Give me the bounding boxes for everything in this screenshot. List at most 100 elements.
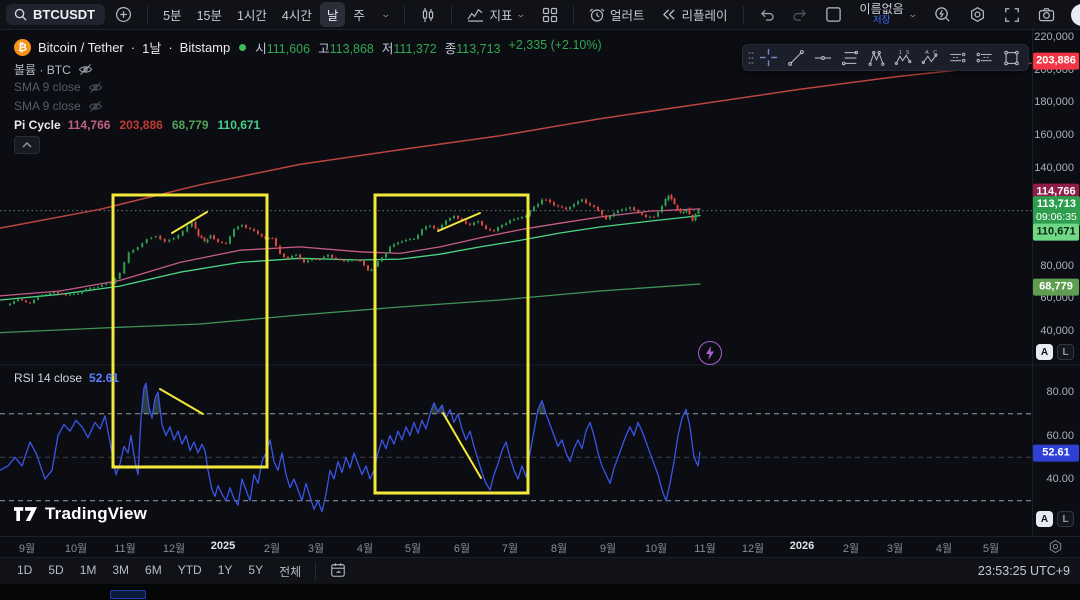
overlay-line-ref-green — [0, 283, 701, 334]
publish-button[interactable]: 퍼 — [1070, 3, 1080, 26]
indicator-row-rsi[interactable]: RSI 14 close 52.61 — [14, 371, 119, 385]
fullscreen-button[interactable] — [997, 4, 1027, 26]
ohlc-values: 시111,606 고113,868 저111,372 종113,713 +2,335 (… — [255, 38, 601, 57]
symbol-legend[interactable]: ₿ Bitcoin / Tether · 1날 · Bitstamp 시111,… — [14, 38, 602, 57]
price-badge-pi-upper[interactable]: 203,886 — [1033, 52, 1079, 70]
svg-text:1: 1 — [899, 49, 902, 55]
interval-button-2[interactable]: 1시간 — [230, 2, 274, 27]
interval-button-5[interactable]: 주 — [346, 2, 372, 27]
price-badge-ref-green[interactable]: 68,779 — [1033, 278, 1079, 296]
undo-button[interactable] — [752, 5, 782, 24]
range-button-7[interactable]: 5Y — [241, 560, 270, 583]
go-to-date-button[interactable] — [323, 559, 353, 584]
tool-abc-pattern[interactable]: AC — [917, 45, 944, 70]
screenshot-button[interactable] — [1031, 4, 1062, 25]
time-axis[interactable]: 9월 10월 11월 12월 2025 2월 3월 4월 5월 6월 7월 8월 9월 10월 11월 12월… — [0, 536, 1080, 557]
badge-price: 110,671 — [1036, 225, 1076, 238]
ohlc-item: 종113,713 — [445, 38, 501, 57]
time-axis-label: 4월 — [935, 543, 953, 555]
time-axis-settings-icon[interactable] — [1048, 539, 1063, 554]
toolbar-separator — [742, 5, 744, 24]
chart-style-button[interactable] — [413, 4, 443, 26]
tool-pitchfork[interactable] — [863, 45, 890, 70]
auto-scale-button[interactable]: A — [1036, 344, 1053, 360]
interval-button-0[interactable]: 5분 — [156, 2, 188, 27]
tool-trend-line[interactable] — [782, 45, 809, 70]
bottom-strip — [0, 584, 1080, 600]
range-button-1[interactable]: 5D — [41, 560, 70, 583]
indicators-button[interactable]: 지표 ⌄ — [460, 2, 532, 27]
eye-off-icon[interactable] — [78, 63, 93, 76]
range-group: 1D 5D 1M 3M 6M YTD 1Y 5Y 전체 — [10, 560, 308, 583]
drawing-rectangle-1[interactable] — [111, 193, 269, 469]
indicator-row-sma2[interactable]: SMA 9 close — [14, 99, 103, 113]
settings-button[interactable] — [962, 3, 993, 26]
time-axis-label: 9월 — [599, 543, 617, 555]
indicator-row-pi-cycle[interactable]: Pi Cycle 114,766 203,886 68,779 110,671 — [14, 118, 260, 132]
interval-button-1[interactable]: 15분 — [190, 2, 229, 27]
tool-long-position[interactable] — [944, 45, 971, 70]
ohlc-value: 111,606 — [266, 42, 311, 56]
symbol-label: BTCUSDT — [33, 7, 96, 22]
chart-canvas[interactable] — [0, 0, 1080, 600]
clock[interactable]: 23:53:25 UTC+9 — [978, 564, 1070, 578]
range-button-0[interactable]: 1D — [10, 560, 39, 583]
eye-off-icon[interactable] — [88, 100, 103, 113]
range-button-6[interactable]: 1Y — [211, 560, 240, 583]
plus-circle-icon — [115, 6, 132, 23]
interval-button-4[interactable]: 날 — [319, 2, 346, 27]
add-symbol-button[interactable] — [108, 3, 139, 26]
tradingview-app: BTCUSDT 5분 15분 1시간 4시간 날 주 ⌄ 지표 ⌄ 얼러트 리플… — [0, 0, 1080, 600]
alert-button[interactable]: 얼러트 — [582, 2, 652, 27]
range-button-8[interactable]: 전체 — [272, 560, 308, 583]
log-scale-button[interactable]: L — [1057, 511, 1074, 527]
tradingview-logo[interactable]: TradingView — [14, 504, 147, 524]
price-badge-current-price[interactable]: 113,713 09:06:35 — [1033, 196, 1080, 226]
range-button-3[interactable]: 3M — [105, 560, 136, 583]
eye-off-icon[interactable] — [88, 81, 103, 94]
symbol-search-button[interactable]: BTCUSDT — [6, 4, 106, 25]
svg-text:A: A — [925, 49, 929, 55]
floating-drawing-toolbar[interactable]: 15 AC — [742, 44, 1029, 71]
drawing-trendline-1[interactable] — [171, 211, 208, 234]
time-axis-label: 12월 — [162, 543, 186, 555]
tool-rectangle[interactable] — [998, 45, 1025, 70]
drawing-rectangle-2[interactable] — [373, 193, 530, 495]
tool-horizontal-line[interactable] — [809, 45, 836, 70]
save-label[interactable]: 저장 — [873, 16, 890, 26]
bottom-toolbar: 1D 5D 1M 3M 6M YTD 1Y 5Y 전체 23:53:25 UTC+9 — [0, 557, 1080, 584]
interval-dropdown-button[interactable]: ⌄ — [375, 6, 397, 23]
drawing-trendline-4[interactable] — [442, 412, 482, 479]
chevron-down-icon: ⌄ — [380, 9, 391, 19]
badge-price: 113,713 — [1036, 197, 1077, 210]
layout-grid-button[interactable] — [535, 4, 565, 26]
auto-scale-button[interactable]: A — [1036, 511, 1053, 527]
replay-button[interactable]: 리플레이 — [655, 2, 735, 27]
indicator-row-volume[interactable]: 볼륨 · BTC — [14, 61, 93, 78]
range-button-2[interactable]: 1M — [73, 560, 104, 583]
tradingview-mark-icon — [14, 506, 38, 522]
layout-select-button[interactable] — [818, 3, 849, 26]
indicator-row-sma1[interactable]: SMA 9 close — [14, 80, 103, 94]
interval-button-3[interactable]: 4시간 — [275, 2, 319, 27]
price-tick: 80,000 — [1040, 259, 1074, 272]
layout-name-button[interactable]: 이름없음 저장 ⌄ — [853, 0, 924, 29]
boost-lightning-icon[interactable] — [698, 341, 722, 365]
market-status-dot[interactable] — [239, 44, 247, 51]
range-button-5[interactable]: YTD — [171, 560, 209, 583]
quick-search-button[interactable] — [927, 3, 958, 26]
collapse-indicators-button[interactable] — [14, 136, 40, 154]
price-badge-ref-light-green[interactable]: 110,671 — [1033, 223, 1079, 241]
tool-fib-retracement[interactable] — [836, 45, 863, 70]
rsi-value-badge[interactable]: 52.61 — [1033, 444, 1079, 462]
drawing-trendline-3[interactable] — [159, 388, 204, 415]
tool-crosshair[interactable] — [755, 45, 782, 70]
badge-price: 68,779 — [1039, 280, 1073, 293]
redo-button[interactable] — [785, 5, 815, 24]
range-button-4[interactable]: 6M — [138, 560, 169, 583]
toolbar-drag-handle[interactable] — [746, 45, 755, 70]
tool-short-position[interactable] — [971, 45, 998, 70]
flash-search-icon — [934, 6, 951, 23]
log-scale-button[interactable]: L — [1057, 344, 1074, 360]
tool-elliott-wave[interactable]: 15 — [890, 45, 917, 70]
